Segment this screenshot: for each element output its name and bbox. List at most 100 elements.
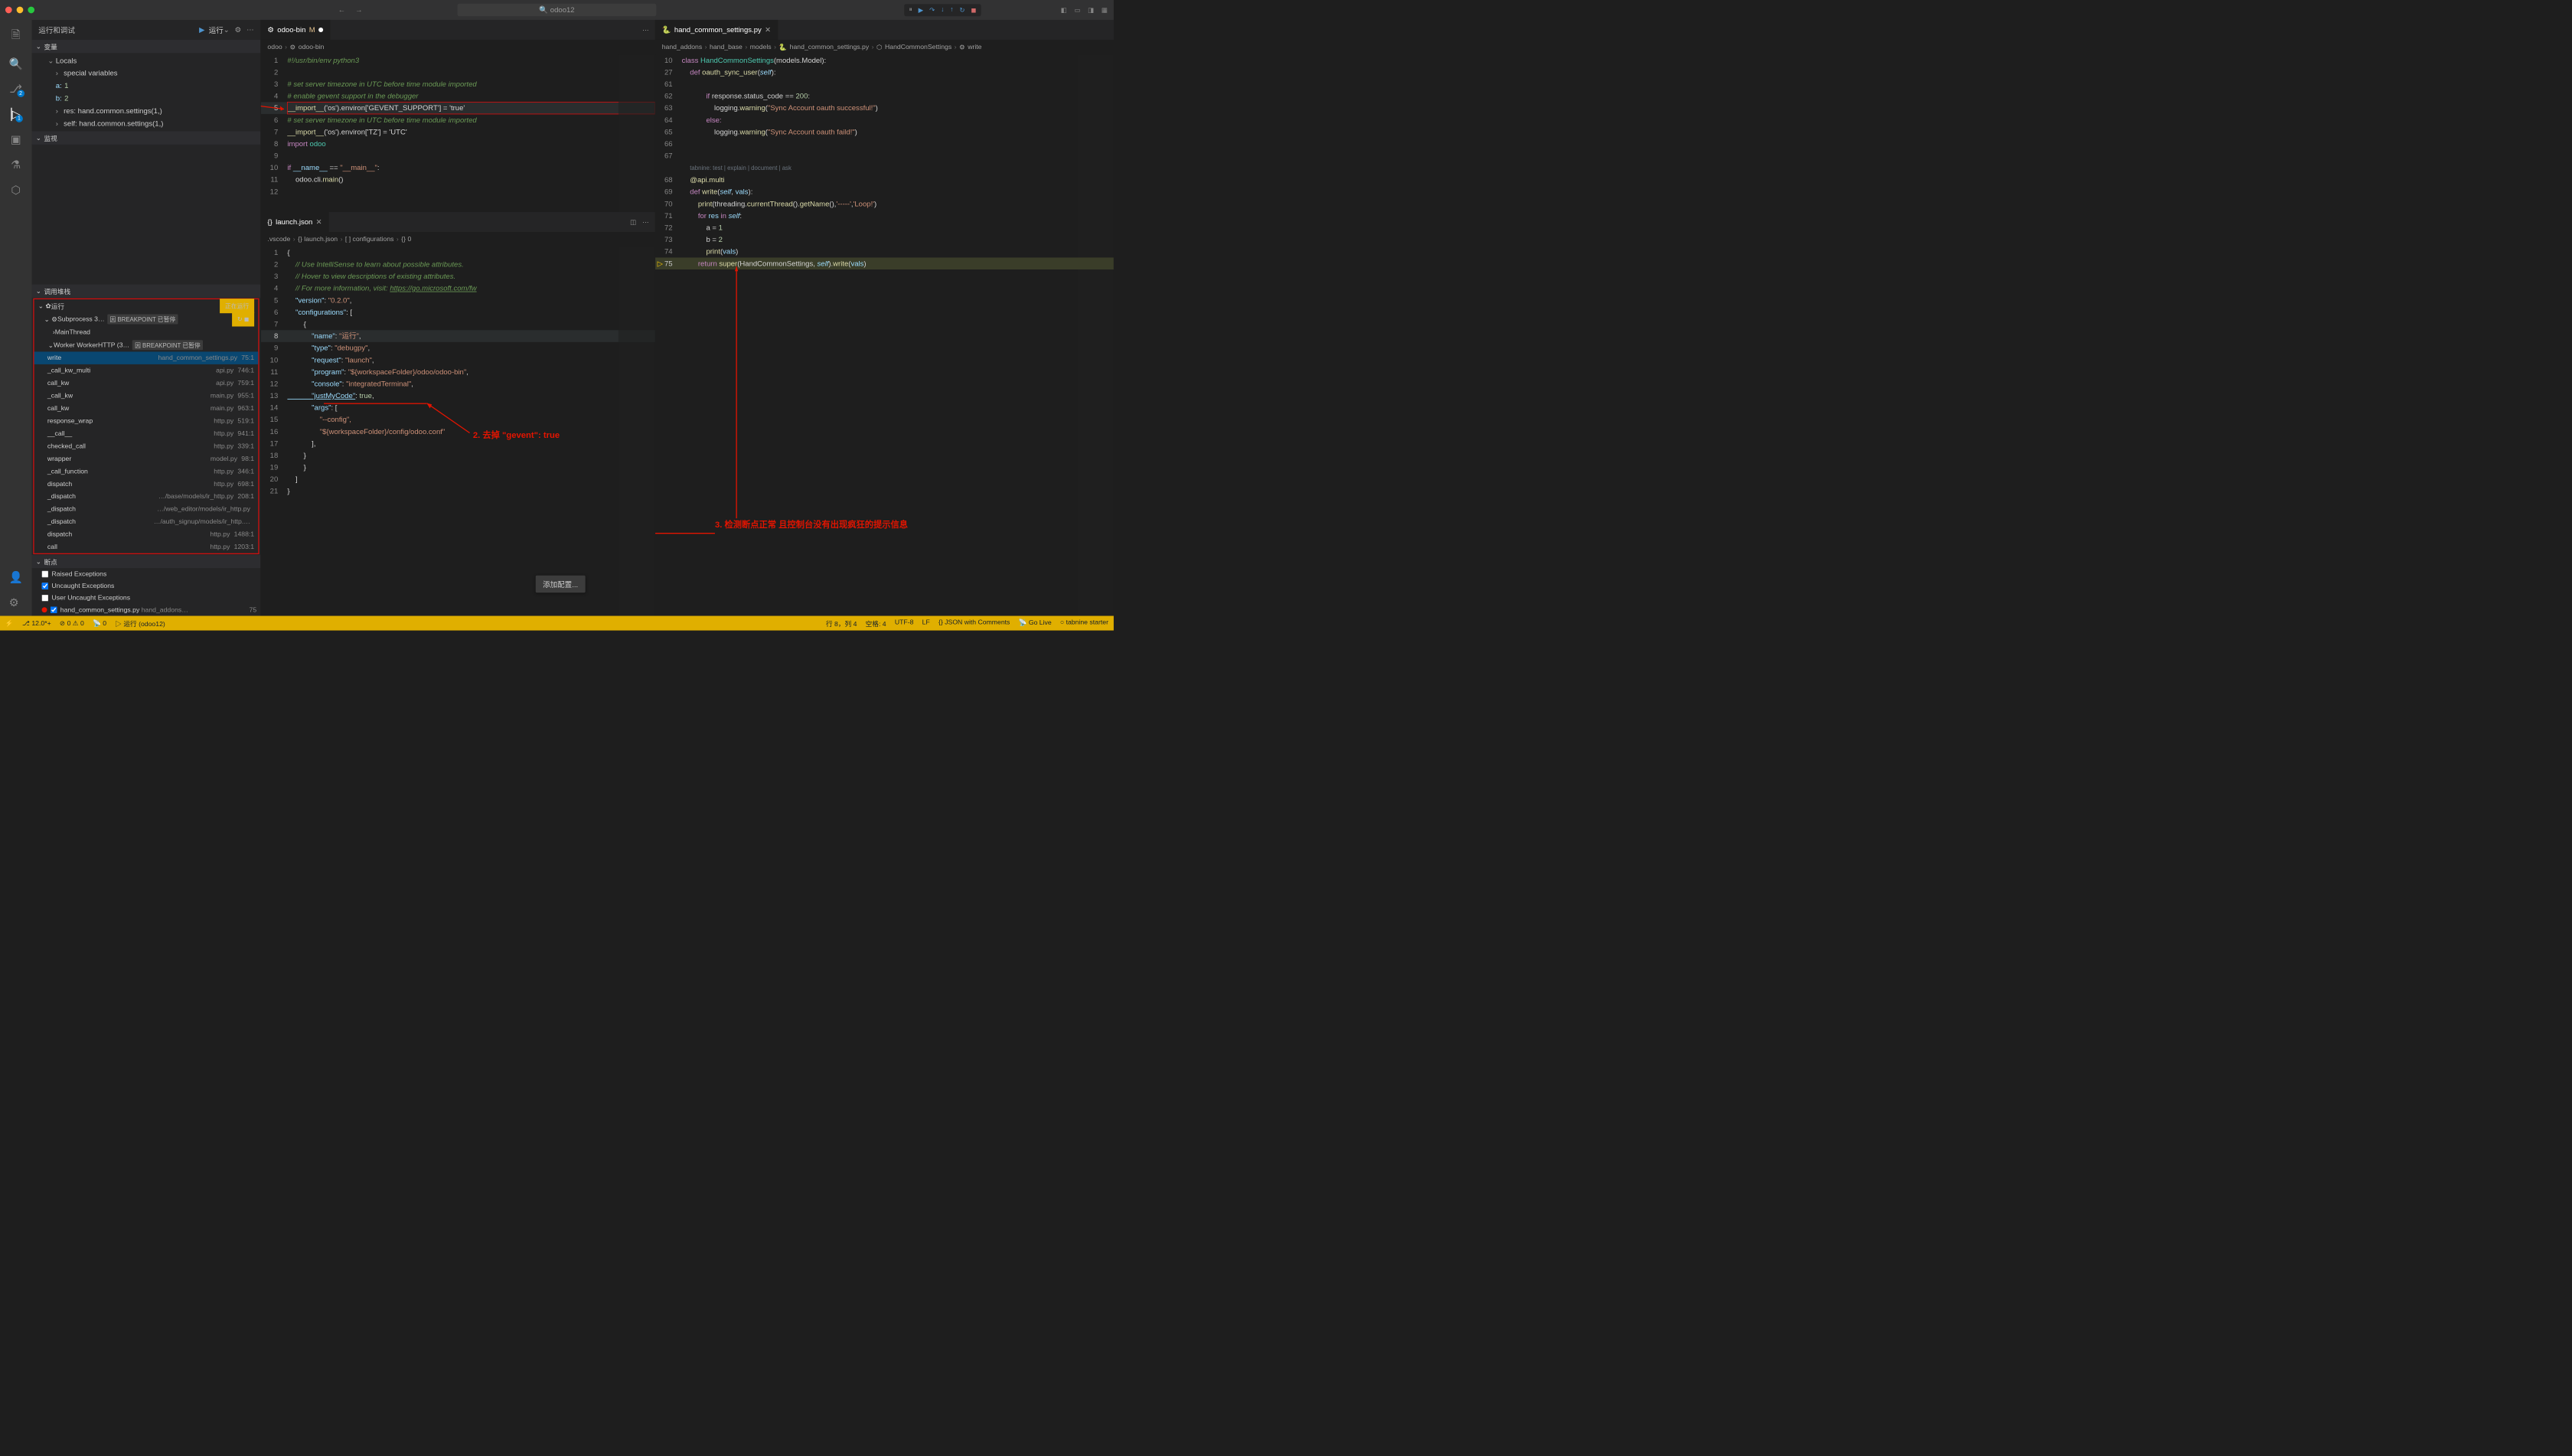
language-mode[interactable]: {} JSON with Comments [938,619,1010,628]
gear-icon[interactable]: ⚙ [235,25,242,34]
breadcrumb-top[interactable]: odoo›⚙ odoo-bin [261,40,655,54]
nav-forward-icon[interactable]: → [355,5,363,14]
testing-icon[interactable]: ⚗ [11,158,21,171]
bp-raised[interactable]: Raised Exceptions [32,568,261,580]
frame-row[interactable]: callhttp.py1203:1 [34,540,259,553]
frame-row[interactable]: checked_callhttp.py339:1 [34,440,259,452]
var-special[interactable]: ›special variables [32,67,261,79]
minimap[interactable] [619,246,655,615]
tab-launch-json[interactable]: {} launch.json ✕ [261,212,329,232]
close-icon[interactable]: ✕ [765,25,771,34]
tabs-right: 🐍 hand_common_settings.py ✕ [655,20,1114,40]
editor-launch-json[interactable]: 1{ 2 // Use IntelliSense to learn about … [261,246,655,615]
titlebar: ← → 🔍 odoo12 ⏸ ▶ ↷ ↓ ↑ ↻ ◼ ◧ ▭ ◨ ▦ [0,0,1114,20]
frame-row[interactable]: _call_functionhttp.py346:1 [34,465,259,477]
restart-icon[interactable]: ↻ [959,6,964,15]
frame-write[interactable]: writehand_common_settings.py75:1 [34,351,259,364]
account-icon[interactable]: 👤 [9,571,23,584]
docker-icon[interactable]: ⬡ [11,183,21,196]
var-a[interactable]: a:1 [32,80,261,92]
breadcrumb-bottom[interactable]: .vscode›{} launch.json›[ ] configuration… [261,232,655,246]
indentation[interactable]: 空格: 4 [866,619,886,628]
var-b[interactable]: b:2 [32,92,261,104]
step-over-icon[interactable]: ↷ [929,6,935,15]
editor-odoo-bin[interactable]: 1#!/usr/bin/env python3 2 3# set server … [261,54,655,212]
frame-row[interactable]: response_wraphttp.py519:1 [34,415,259,427]
chevron-down-icon[interactable]: ⌄ [224,25,230,34]
eol[interactable]: LF [922,619,930,628]
step-into-icon[interactable]: ↓ [941,6,944,15]
minimap[interactable] [619,54,655,212]
var-self[interactable]: ›self: hand.common.settings(1,) [32,117,261,129]
split-icon[interactable]: ◫ [630,218,636,227]
breakpoints-section[interactable]: ⌄断点 [32,555,261,568]
cs-worker[interactable]: ⌄ Worker WorkerHTTP (3…因 BREAKPOINT 已暂停 [34,338,259,351]
add-config-button[interactable]: 添加配置... [536,576,586,593]
scope-locals[interactable]: ⌄Locals [32,54,261,67]
cursor-position[interactable]: 行 8，列 4 [826,619,857,628]
start-debug-icon[interactable]: ▶ [199,25,204,34]
continue-icon[interactable]: ▶ [919,6,924,15]
exec-pointer-icon: ▷ [658,257,663,269]
bp-uncaught[interactable]: Uncaught Exceptions [32,580,261,593]
ports[interactable]: 📡 0 [93,619,106,628]
layout-icon[interactable]: ▦ [1102,6,1108,15]
extensions-icon[interactable]: ▣ [11,133,21,146]
cs-run[interactable]: ⌄ ✿ 运行正在运行 [34,299,259,312]
more-icon[interactable]: ⋯ [642,26,649,34]
explorer-icon[interactable]: 🗎 [11,27,21,46]
source-control-icon[interactable]: ⎇2 [9,83,22,96]
tab-hand-common-settings[interactable]: 🐍 hand_common_settings.py ✕ [655,20,778,40]
frame-row[interactable]: call_kwmain.py963:1 [34,402,259,414]
frame-row[interactable]: _dispatch…/auth_signup/models/ir_http.… [34,515,259,527]
more-icon[interactable]: ⋯ [642,218,649,227]
step-out-icon[interactable]: ↑ [950,6,953,15]
watch-section[interactable]: ⌄监视 [32,131,261,144]
editor-right[interactable]: 10class HandCommonSettings(models.Model)… [655,54,1114,616]
command-center[interactable]: 🔍 odoo12 [458,4,657,16]
git-branch[interactable]: ⎇ 12.0*+ [22,619,51,628]
debug-config-select[interactable]: 运行 [209,24,224,35]
frame-row[interactable]: _dispatch…/base/models/ir_http.py208:1 [34,490,259,502]
variables-section[interactable]: ⌄变量 [32,40,261,53]
go-live[interactable]: 📡 Go Live [1019,619,1052,628]
bp-file[interactable]: hand_common_settings.py hand_addons… 75 [32,604,261,616]
breadcrumb-right[interactable]: hand_addons›hand_base›models›🐍 hand_comm… [655,40,1114,54]
nav-back-icon[interactable]: ← [338,5,346,14]
debug-icon[interactable]: ▷1 [11,108,21,121]
close-icon[interactable]: ✕ [316,217,322,226]
panel-bottom-icon[interactable]: ▭ [1074,6,1080,15]
panel-right-icon[interactable]: ◨ [1088,6,1094,15]
debug-sidebar: 运行和调试 ▶ 运行 ⌄ ⚙ ⋯ ⌄变量 ⌄Locals ›special va… [32,20,261,616]
panel-left-icon[interactable]: ◧ [1061,6,1067,15]
frame-row[interactable]: call_kwapi.py759:1 [34,377,259,389]
gear-icon[interactable]: ⚙ [9,596,23,609]
cs-mainthread[interactable]: › MainThread [34,326,259,338]
minimap[interactable] [1077,54,1114,616]
problems[interactable]: ⊘ 0 ⚠ 0 [60,619,84,628]
more-icon[interactable]: ⋯ [246,25,254,34]
var-res[interactable]: ›res: hand.common.settings(1,) [32,105,261,117]
minimize-window[interactable] [17,7,24,14]
search-icon: 🔍 [539,5,548,14]
close-window[interactable] [5,7,12,14]
frame-row[interactable]: __call__http.py941:1 [34,427,259,439]
frame-row[interactable]: dispatchhttp.py698:1 [34,478,259,490]
stop-icon[interactable]: ◼ [971,6,976,15]
remote-icon[interactable]: ⚡ [5,619,14,628]
frame-row[interactable]: _call_kw_multiapi.py746:1 [34,364,259,377]
frame-row[interactable]: wrappermodel.py98:1 [34,452,259,465]
debug-status[interactable]: ▷ 运行 (odoo12) [115,619,165,628]
maximize-window[interactable] [28,7,34,14]
pause-icon[interactable]: ⏸ [909,6,912,15]
tabnine-status[interactable]: ○ tabnine starter [1060,619,1108,628]
frame-row[interactable]: dispatchhttp.py1488:1 [34,528,259,540]
encoding[interactable]: UTF-8 [895,619,914,628]
frame-row[interactable]: _dispatch…/web_editor/models/ir_http.py [34,503,259,515]
cs-subprocess[interactable]: ⌄ ⚙ Subprocess 3…因 BREAKPOINT 已暂停↻ ◼ [34,312,259,325]
callstack-section[interactable]: ⌄调用堆栈 [32,285,261,298]
search-icon[interactable]: 🔍 [9,57,23,70]
frame-row[interactable]: _call_kwmain.py955:1 [34,390,259,402]
tab-odoo-bin[interactable]: ⚙ odoo-bin M [261,20,330,40]
bp-user-uncaught[interactable]: User Uncaught Exceptions [32,592,261,604]
